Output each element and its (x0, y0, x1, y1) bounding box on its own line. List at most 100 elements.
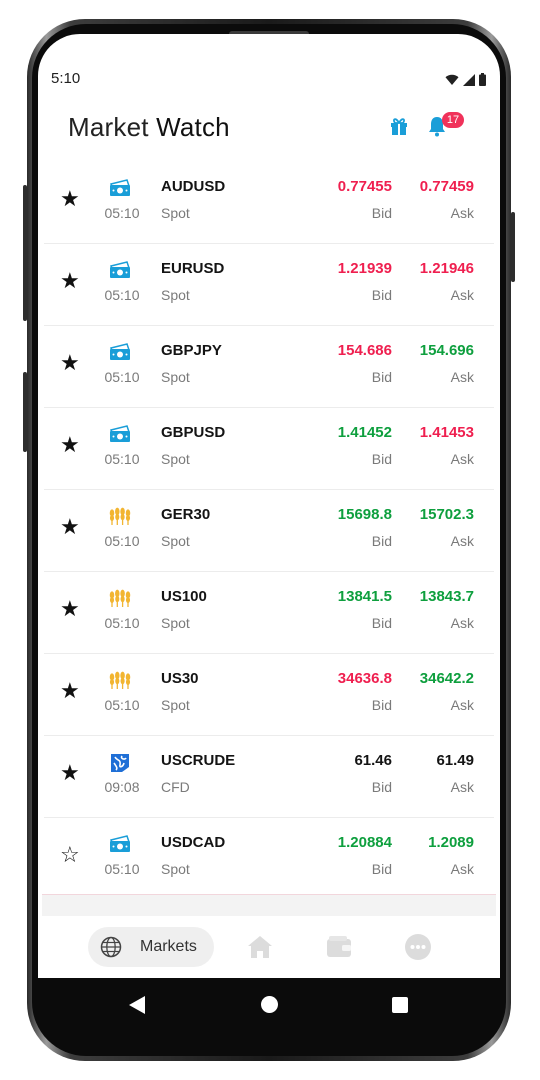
ask-label: Ask (450, 779, 474, 795)
bid-label: Bid (371, 451, 392, 467)
gift-icon[interactable] (387, 114, 411, 138)
nav-markets-tab[interactable]: Markets (88, 927, 214, 967)
instrument-symbol: US30 (161, 670, 199, 687)
bid-price[interactable]: 15698.8 (338, 506, 392, 523)
bid-price[interactable]: 154.686 (338, 342, 392, 359)
ask-price[interactable]: 13843.7 (420, 588, 474, 605)
crude-oil-icon (108, 752, 132, 772)
star-filled-icon[interactable]: ★ (60, 516, 80, 538)
ask-label: Ask (450, 697, 474, 713)
ask-label: Ask (450, 287, 474, 303)
page-title-part1: Market (68, 112, 149, 142)
star-filled-icon[interactable]: ★ (60, 762, 80, 784)
instrument-row[interactable]: ★ 05:10 GBPUSD Spot 1.41452 1.41453 Bid Ask (38, 408, 500, 490)
page-title: Market Watch (68, 112, 230, 143)
instrument-row[interactable]: ★ 05:10 EURUSD Spot 1.21939 1.21946 Bid Ask (38, 244, 500, 326)
back-icon[interactable] (128, 995, 146, 1015)
status-time: 5:10 (51, 70, 81, 87)
bid-price[interactable]: 0.77455 (338, 178, 392, 195)
app-header: Market Watch 17 (38, 104, 500, 156)
bid-label: Bid (371, 779, 392, 795)
more-icon[interactable] (404, 933, 432, 961)
ask-price[interactable]: 15702.3 (420, 506, 474, 523)
recents-icon[interactable] (392, 997, 408, 1013)
star-filled-icon[interactable]: ★ (60, 352, 80, 374)
instrument-row[interactable]: ★ 05:10 GBPJPY Spot 154.686 154.696 Bid Ask (38, 326, 500, 408)
star-filled-icon[interactable]: ★ (60, 598, 80, 620)
power-button (511, 212, 515, 282)
instrument-row[interactable]: ★ 05:10 US100 Spot 13841.5 13843.7 Bid Ask (38, 572, 500, 654)
ask-price[interactable]: 34642.2 (420, 670, 474, 687)
instrument-time: 09:08 (104, 779, 140, 795)
instrument-type: Spot (161, 287, 190, 303)
star-filled-icon[interactable]: ★ (60, 270, 80, 292)
bottom-nav: Markets (38, 916, 500, 978)
ask-price[interactable]: 1.21946 (420, 260, 474, 277)
globe-icon (100, 936, 122, 958)
instrument-row[interactable]: ☆ 05:10 USDCAD Spot 1.20884 1.2089 Bid Ask (38, 818, 500, 900)
ask-label: Ask (450, 451, 474, 467)
bid-label: Bid (371, 697, 392, 713)
bid-label: Bid (371, 615, 392, 631)
bid-price[interactable]: 1.20884 (338, 834, 392, 851)
android-nav-bar (43, 978, 495, 1032)
page-title-part2: Watch (156, 112, 230, 142)
banknote-icon (108, 260, 132, 280)
star-filled-icon[interactable]: ★ (60, 680, 80, 702)
list-item-partial (42, 894, 496, 917)
bid-label: Bid (371, 287, 392, 303)
instrument-time: 05:10 (104, 369, 140, 385)
star-filled-icon[interactable]: ★ (60, 434, 80, 456)
instrument-type: Spot (161, 369, 190, 385)
volume-button (23, 185, 27, 321)
wheat-icon (108, 588, 132, 608)
instrument-row[interactable]: ★ 09:08 USCRUDE CFD 61.46 61.49 Bid Ask (38, 736, 500, 818)
bid-price[interactable]: 1.21939 (338, 260, 392, 277)
bid-price[interactable]: 1.41452 (338, 424, 392, 441)
instrument-row[interactable]: ★ 05:10 AUDUSD Spot 0.77455 0.77459 Bid Ask (38, 162, 500, 244)
instrument-type: Spot (161, 615, 190, 631)
ask-label: Ask (450, 533, 474, 549)
instrument-symbol: US100 (161, 588, 207, 605)
notification-badge: 17 (442, 112, 464, 128)
ask-label: Ask (450, 205, 474, 221)
instrument-symbol: GBPUSD (161, 424, 226, 441)
wheat-icon (108, 670, 132, 690)
instrument-symbol: USCRUDE (161, 752, 236, 769)
ask-price[interactable]: 1.41453 (420, 424, 474, 441)
instrument-symbol: GBPJPY (161, 342, 222, 359)
home-button-icon[interactable] (261, 996, 278, 1013)
instrument-row[interactable]: ★ 05:10 GER30 Spot 15698.8 15702.3 Bid Ask (38, 490, 500, 572)
star-filled-icon[interactable]: ★ (60, 188, 80, 210)
bid-price[interactable]: 34636.8 (338, 670, 392, 687)
side-button (23, 372, 27, 452)
star-outline-icon[interactable]: ☆ (60, 844, 80, 866)
bid-label: Bid (371, 533, 392, 549)
instrument-row[interactable]: ★ 05:10 US30 Spot 34636.8 34642.2 Bid Ask (38, 654, 500, 736)
wifi-icon (445, 74, 459, 85)
app-screen: 5:10 Market Watch 17 ★ 05:10 AUDUSD Spot… (38, 34, 500, 978)
wallet-icon[interactable] (325, 935, 353, 959)
banknote-icon (108, 342, 132, 362)
ask-price[interactable]: 0.77459 (420, 178, 474, 195)
bid-price[interactable]: 61.46 (354, 752, 392, 769)
bid-label: Bid (371, 861, 392, 877)
ask-label: Ask (450, 369, 474, 385)
ask-label: Ask (450, 615, 474, 631)
instrument-type: Spot (161, 205, 190, 221)
instrument-time: 05:10 (104, 861, 140, 877)
bid-label: Bid (371, 369, 392, 385)
ask-price[interactable]: 61.49 (436, 752, 474, 769)
instrument-symbol: GER30 (161, 506, 211, 523)
status-icons (445, 73, 486, 86)
instrument-time: 05:10 (104, 205, 140, 221)
ask-price[interactable]: 154.696 (420, 342, 474, 359)
instrument-time: 05:10 (104, 615, 140, 631)
banknote-icon (108, 834, 132, 854)
ask-label: Ask (450, 861, 474, 877)
bid-price[interactable]: 13841.5 (338, 588, 392, 605)
bid-label: Bid (371, 205, 392, 221)
wheat-icon (108, 506, 132, 526)
home-icon[interactable] (246, 933, 274, 961)
ask-price[interactable]: 1.2089 (428, 834, 474, 851)
